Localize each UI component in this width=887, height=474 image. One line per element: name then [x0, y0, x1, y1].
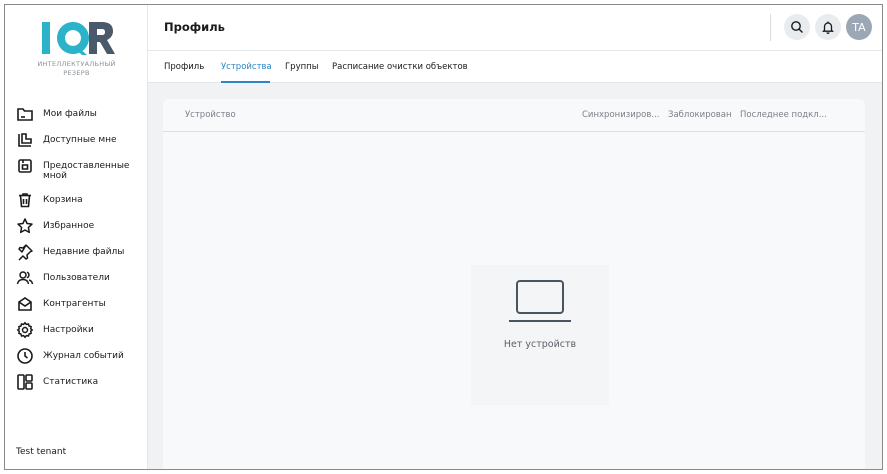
column-header-device[interactable]: Устройство — [185, 110, 236, 120]
pin-icon — [16, 243, 34, 261]
tab-groups[interactable]: Группы — [285, 62, 318, 72]
app-window: ИНТЕЛЛЕКТУАЛЬНЫЙ РЕЗЕРВ Мои файлы Доступ… — [4, 4, 883, 470]
header-divider — [770, 14, 771, 41]
column-header-synced[interactable]: Синхронизиров... — [582, 110, 659, 120]
gear-icon — [16, 321, 34, 339]
sidebar-item-trash[interactable]: Корзина — [5, 191, 148, 217]
sidebar-item-label: Контрагенты — [43, 299, 106, 309]
sidebar-item-label: Пользователи — [43, 273, 110, 283]
sidebar-item-statistics[interactable]: Статистика — [5, 373, 148, 399]
main-content: Устройство Синхронизиров... Заблокирован… — [148, 83, 882, 469]
tab-cleanup-schedule[interactable]: Расписание очистки объектов — [332, 62, 468, 72]
dashboard-icon — [16, 373, 34, 391]
users-icon — [16, 269, 34, 287]
logo-subtitle-line2: РЕЗЕРВ — [63, 69, 90, 77]
profile-tabs: Профиль Устройства Группы Расписание очи… — [148, 51, 882, 83]
search-icon — [791, 21, 803, 33]
table-header: Устройство Синхронизиров... Заблокирован… — [163, 99, 865, 132]
empty-state-text: Нет устройств — [503, 339, 577, 350]
folder-icon — [16, 105, 34, 123]
sidebar-item-label: Корзина — [43, 195, 83, 205]
clock-icon — [16, 347, 34, 365]
sidebar-item-label: Предоставленные мной — [43, 161, 130, 181]
iqr-logo-icon — [41, 22, 115, 55]
empty-state: Нет устройств — [471, 265, 609, 405]
notifications-button[interactable] — [815, 14, 841, 40]
sidebar-item-my-files[interactable]: Мои файлы — [5, 105, 148, 131]
brand-logo[interactable]: ИНТЕЛЛЕКТУАЛЬНЫЙ РЕЗЕРВ — [5, 19, 148, 78]
sidebar-item-label: Мои файлы — [43, 109, 97, 119]
sidebar-item-shared-with-me[interactable]: Доступные мне — [5, 131, 148, 157]
sidebar-item-label: Журнал событий — [43, 351, 124, 361]
sidebar-item-event-log[interactable]: Журнал событий — [5, 347, 148, 373]
trash-icon — [16, 191, 34, 209]
column-header-last-connection[interactable]: Последнее подкл... — [740, 110, 827, 120]
column-header-blocked[interactable]: Заблокирован — [668, 110, 732, 120]
devices-table: Устройство Синхронизиров... Заблокирован… — [163, 99, 865, 469]
shared-folder-icon — [16, 131, 34, 149]
sidebar-item-label: Настройки — [43, 325, 94, 335]
top-header: Профиль TA — [148, 5, 882, 51]
page-title: Профиль — [164, 20, 225, 34]
contractors-icon — [16, 295, 34, 313]
sidebar-item-settings[interactable]: Настройки — [5, 321, 148, 347]
sidebar-nav: Мои файлы Доступные мне Предоставленные … — [5, 105, 148, 399]
sidebar-item-contractors[interactable]: Контрагенты — [5, 295, 148, 321]
bell-icon — [822, 21, 834, 34]
laptop-icon — [509, 280, 571, 322]
tenant-name: Test tenant — [16, 447, 67, 457]
user-avatar[interactable]: TA — [846, 14, 872, 40]
sidebar-item-label: Статистика — [43, 377, 99, 387]
sidebar-item-label: Избранное — [43, 221, 95, 231]
shared-by-me-icon — [16, 157, 34, 175]
sidebar-item-recent-files[interactable]: Недавние файлы — [5, 243, 148, 269]
tab-profile[interactable]: Профиль — [164, 62, 204, 72]
sidebar-item-users[interactable]: Пользователи — [5, 269, 148, 295]
sidebar-item-label: Недавние файлы — [43, 247, 125, 257]
sidebar-item-label: Доступные мне — [43, 135, 117, 145]
star-icon — [16, 217, 34, 235]
sidebar-item-shared-by-me[interactable]: Предоставленные мной — [5, 157, 148, 191]
search-button[interactable] — [784, 14, 810, 40]
sidebar-item-favorites[interactable]: Избранное — [5, 217, 148, 243]
sidebar: ИНТЕЛЛЕКТУАЛЬНЫЙ РЕЗЕРВ Мои файлы Доступ… — [5, 5, 148, 469]
logo-subtitle-line1: ИНТЕЛЛЕКТУАЛЬНЫЙ — [37, 60, 116, 68]
tab-devices[interactable]: Устройства — [221, 62, 272, 72]
